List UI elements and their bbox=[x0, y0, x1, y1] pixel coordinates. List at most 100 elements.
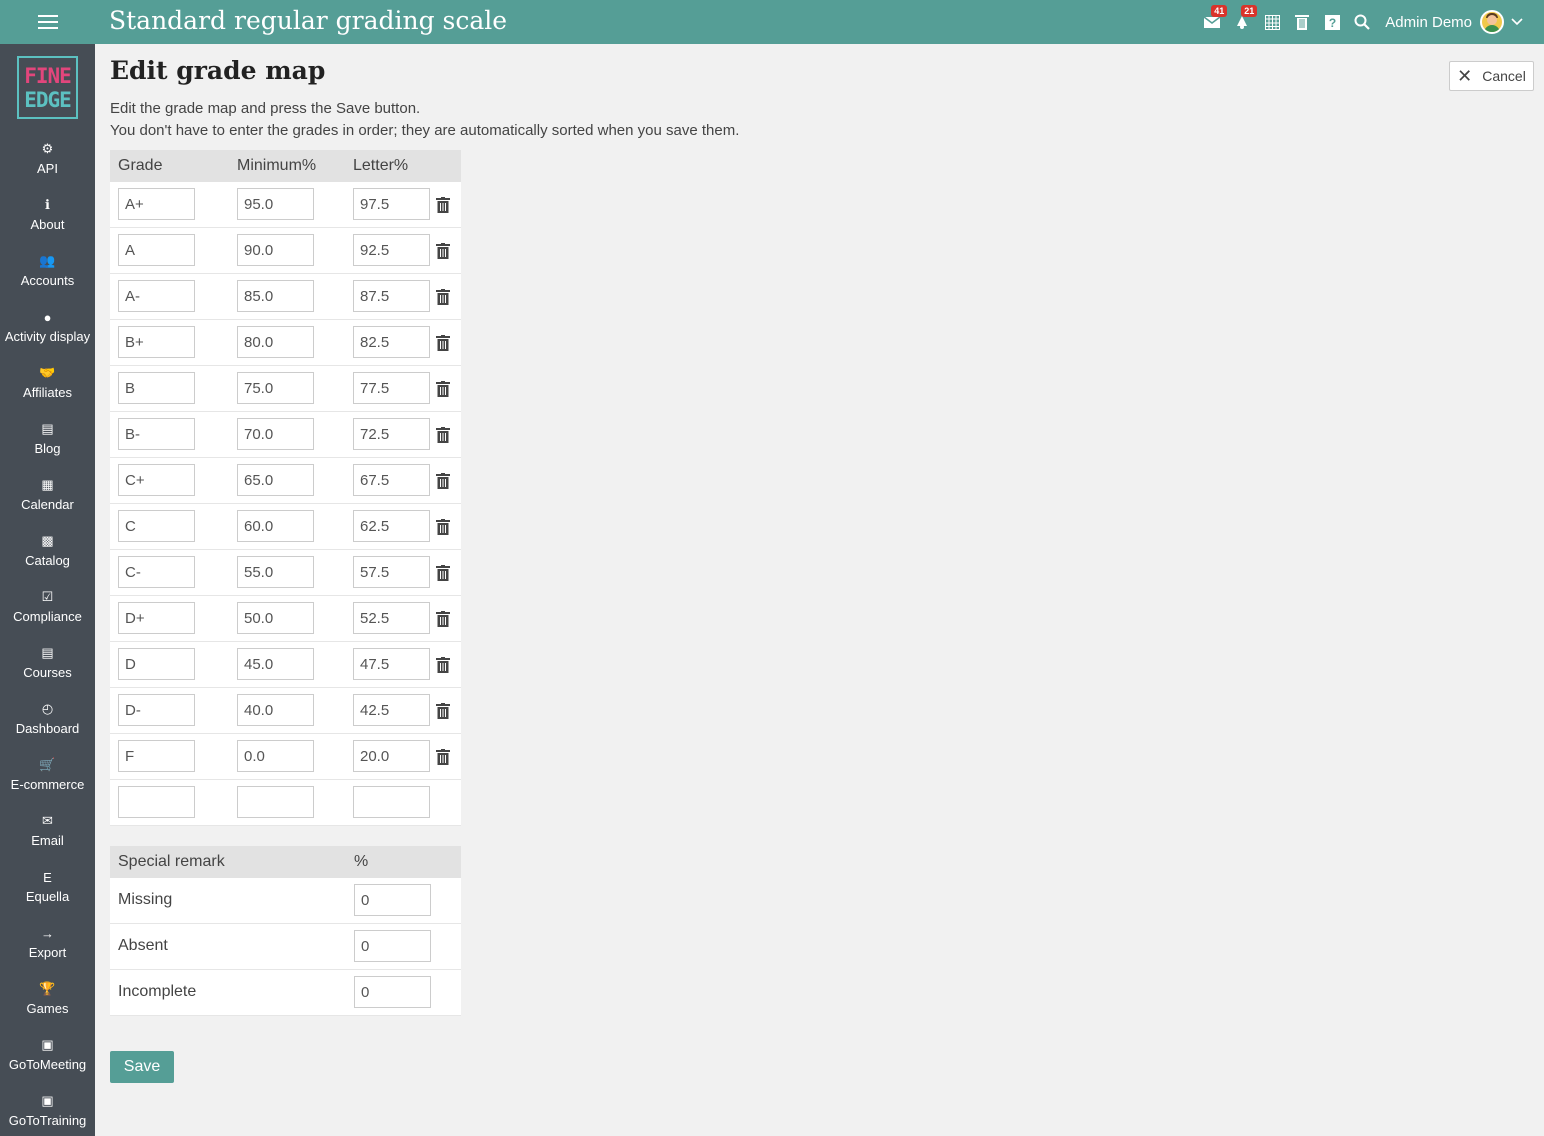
delete-row-icon[interactable] bbox=[436, 565, 450, 581]
grade-input[interactable] bbox=[118, 372, 195, 404]
notifications-badge: 21 bbox=[1241, 5, 1258, 17]
minimum-input[interactable] bbox=[237, 510, 314, 542]
delete-row-icon[interactable] bbox=[436, 749, 450, 765]
minimum-input[interactable] bbox=[237, 556, 314, 588]
sidebar-item-blog[interactable]: ▤ Blog bbox=[0, 412, 95, 468]
delete-row-icon[interactable] bbox=[436, 335, 450, 351]
sidebar-item-equella[interactable]: E Equella bbox=[0, 860, 95, 916]
letter-input[interactable] bbox=[353, 602, 430, 634]
sidebar-item-calendar[interactable]: ▦ Calendar bbox=[0, 468, 95, 524]
logo[interactable]: FINE EDGE bbox=[17, 56, 78, 119]
letter-input[interactable] bbox=[353, 326, 430, 358]
delete-row-icon[interactable] bbox=[436, 657, 450, 673]
sidebar: FINE EDGE ⚙ API ℹ About 👥 Accounts ● Activity d… bbox=[0, 0, 95, 1136]
letter-input[interactable] bbox=[353, 372, 430, 404]
delete-row-icon[interactable] bbox=[436, 427, 450, 443]
sidebar-item-compliance[interactable]: ☑ Compliance bbox=[0, 580, 95, 636]
minimum-input[interactable] bbox=[237, 418, 314, 450]
search-icon[interactable] bbox=[1347, 0, 1377, 44]
remark-percent-input[interactable] bbox=[354, 976, 431, 1008]
menu-toggle-button[interactable] bbox=[0, 0, 95, 44]
delete-row-icon[interactable] bbox=[436, 611, 450, 627]
grade-input[interactable] bbox=[118, 234, 195, 266]
minimum-input[interactable] bbox=[237, 326, 314, 358]
grade-input[interactable] bbox=[118, 648, 195, 680]
catalog-icon: ▩ bbox=[41, 533, 54, 548]
minimum-input[interactable] bbox=[237, 740, 314, 772]
calendar-icon[interactable] bbox=[1257, 0, 1287, 44]
sidebar-item-courses[interactable]: ▤ Courses bbox=[0, 636, 95, 692]
grade-input[interactable] bbox=[118, 418, 195, 450]
grade-input[interactable] bbox=[118, 464, 195, 496]
remark-percent-input[interactable] bbox=[354, 884, 431, 916]
sidebar-item-email[interactable]: ✉ Email bbox=[0, 804, 95, 860]
delete-row-icon[interactable] bbox=[436, 381, 450, 397]
letter-input[interactable] bbox=[353, 740, 430, 772]
sidebar-item-api[interactable]: ⚙ API bbox=[0, 132, 95, 188]
letter-input[interactable] bbox=[353, 464, 430, 496]
minimum-input[interactable] bbox=[237, 464, 314, 496]
minimum-input[interactable] bbox=[237, 694, 314, 726]
remark-row-incomplete: Incomplete bbox=[110, 970, 461, 1016]
letter-input-new[interactable] bbox=[353, 786, 430, 818]
minimum-input-new[interactable] bbox=[237, 786, 314, 818]
messages-icon[interactable]: 41 bbox=[1197, 0, 1228, 44]
minimum-input[interactable] bbox=[237, 648, 314, 680]
page-description: Edit the grade map and press the Save bu… bbox=[110, 98, 739, 142]
letter-input[interactable] bbox=[353, 280, 430, 312]
letter-input[interactable] bbox=[353, 556, 430, 588]
sidebar-item-games[interactable]: 🏆 Games bbox=[0, 972, 95, 1028]
minimum-input[interactable] bbox=[237, 280, 314, 312]
sidebar-item-affiliates[interactable]: 🤝 Affiliates bbox=[0, 356, 95, 412]
delete-row-icon[interactable] bbox=[436, 289, 450, 305]
cancel-button[interactable]: ✕ Cancel bbox=[1449, 61, 1534, 91]
remark-percent-input[interactable] bbox=[354, 930, 431, 962]
top-bar-actions: 41 21 ? Admin Demo bbox=[1197, 0, 1530, 44]
grade-input[interactable] bbox=[118, 602, 195, 634]
grade-input[interactable] bbox=[118, 740, 195, 772]
letter-input[interactable] bbox=[353, 188, 430, 220]
sidebar-item-dashboard[interactable]: ◴ Dashboard bbox=[0, 692, 95, 748]
grade-input[interactable] bbox=[118, 556, 195, 588]
grade-input[interactable] bbox=[118, 326, 195, 358]
avatar[interactable] bbox=[1480, 10, 1504, 34]
chevron-down-icon[interactable] bbox=[1504, 0, 1530, 44]
app-title: Standard regular grading scale bbox=[109, 6, 508, 35]
sidebar-item-about[interactable]: ℹ About bbox=[0, 188, 95, 244]
delete-row-icon[interactable] bbox=[436, 197, 450, 213]
grade-input[interactable] bbox=[118, 694, 195, 726]
grade-input[interactable] bbox=[118, 510, 195, 542]
delete-row-icon[interactable] bbox=[436, 519, 450, 535]
delete-row-icon[interactable] bbox=[436, 473, 450, 489]
user-name[interactable]: Admin Demo bbox=[1385, 14, 1472, 31]
sidebar-item-catalog[interactable]: ▩ Catalog bbox=[0, 524, 95, 580]
sidebar-item-export[interactable]: → Export bbox=[0, 916, 95, 972]
sidebar-item-label: Courses bbox=[23, 665, 72, 680]
minimum-input[interactable] bbox=[237, 372, 314, 404]
delete-row-icon[interactable] bbox=[436, 243, 450, 259]
letter-input[interactable] bbox=[353, 694, 430, 726]
grade-input-new[interactable] bbox=[118, 786, 195, 818]
sidebar-item-gototraining[interactable]: ▣ GoToTraining bbox=[0, 1084, 95, 1136]
letter-input[interactable] bbox=[353, 418, 430, 450]
trash-icon[interactable] bbox=[1287, 0, 1317, 44]
letter-input[interactable] bbox=[353, 648, 430, 680]
notifications-icon[interactable]: 21 bbox=[1227, 0, 1258, 44]
save-button[interactable]: Save bbox=[110, 1051, 174, 1083]
sidebar-item-accounts[interactable]: 👥 Accounts bbox=[0, 244, 95, 300]
letter-input[interactable] bbox=[353, 510, 430, 542]
minimum-input[interactable] bbox=[237, 188, 314, 220]
letter-input[interactable] bbox=[353, 234, 430, 266]
sidebar-item-e-commerce[interactable]: 🛒 E-commerce bbox=[0, 748, 95, 804]
grade-input[interactable] bbox=[118, 280, 195, 312]
sidebar-item-gotomeeting[interactable]: ▣ GoToMeeting bbox=[0, 1028, 95, 1084]
minimum-input[interactable] bbox=[237, 602, 314, 634]
minimum-input[interactable] bbox=[237, 234, 314, 266]
header-grade: Grade bbox=[118, 157, 163, 174]
help-icon[interactable]: ? bbox=[1317, 0, 1347, 44]
sidebar-item-activity-display[interactable]: ● Activity display bbox=[0, 300, 95, 356]
remark-row-absent: Absent bbox=[110, 924, 461, 970]
delete-row-icon[interactable] bbox=[436, 703, 450, 719]
sidebar-item-label: Activity display bbox=[4, 329, 91, 344]
grade-input[interactable] bbox=[118, 188, 195, 220]
